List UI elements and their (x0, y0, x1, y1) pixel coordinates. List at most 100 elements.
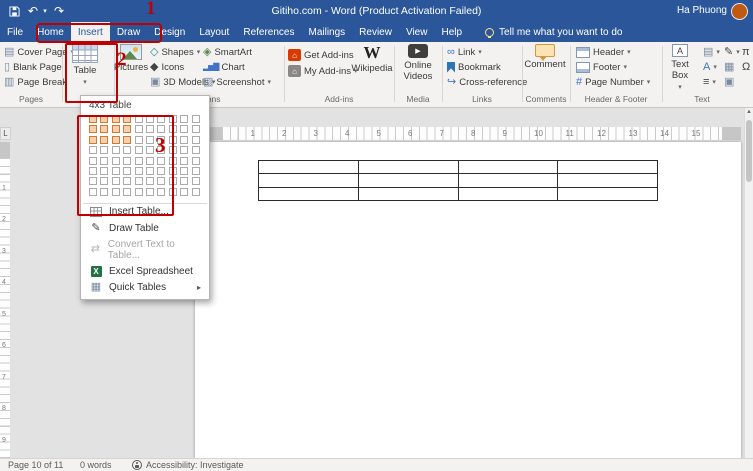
page-indicator[interactable]: Page 10 of 11 (8, 460, 63, 470)
grid-cell[interactable] (100, 166, 109, 175)
grid-cell[interactable] (157, 115, 166, 123)
text-box-button[interactable]: A Text Box ▾ (661, 44, 699, 91)
date-time-button[interactable]: ▦ (724, 60, 734, 74)
tab-layout[interactable]: Layout (192, 22, 236, 42)
grid-cell[interactable] (89, 115, 97, 123)
grid-cell[interactable] (168, 135, 177, 144)
grid-cell[interactable] (100, 156, 109, 165)
grid-cell[interactable] (111, 177, 120, 186)
grid-cell[interactable] (168, 166, 177, 175)
grid-cell[interactable] (191, 177, 200, 186)
table-cell[interactable] (558, 187, 658, 202)
table-cell[interactable] (458, 174, 559, 188)
menu-item-draw-table[interactable]: ✎ Draw Table (81, 220, 209, 236)
equation-button[interactable]: π (742, 45, 750, 59)
grid-cell[interactable] (157, 156, 166, 165)
grid-cell[interactable] (168, 177, 177, 186)
grid-cell[interactable] (145, 187, 154, 196)
tab-mailings[interactable]: Mailings (301, 22, 352, 42)
grid-cell[interactable] (123, 115, 132, 123)
symbol-button[interactable]: Ω (742, 60, 750, 74)
table-cell[interactable] (358, 187, 459, 202)
tell-me-box[interactable]: Tell me what you want to do (485, 22, 622, 42)
grid-cell[interactable] (191, 125, 200, 134)
grid-cell[interactable] (111, 156, 120, 165)
table-cell[interactable] (358, 161, 459, 175)
grid-cell[interactable] (145, 115, 154, 123)
scrollbar-thumb[interactable] (746, 120, 752, 182)
grid-cell[interactable] (134, 115, 143, 123)
avatar[interactable] (731, 3, 748, 20)
grid-cell[interactable] (134, 187, 143, 196)
grid-cell[interactable] (123, 187, 132, 196)
grid-cell[interactable] (89, 135, 97, 144)
wikipedia-button[interactable]: W Wikipedia (350, 44, 394, 74)
footer-button[interactable]: Footer ▾ (576, 60, 627, 74)
screenshot-button[interactable]: ▨ Screenshot ▾ (203, 75, 271, 89)
link-button[interactable]: ∞ Link ▾ (447, 45, 482, 59)
user-name[interactable]: Ha Phuong (677, 5, 727, 16)
icons-button[interactable]: ◆ Icons (150, 60, 184, 74)
bookmark-button[interactable]: Bookmark (447, 60, 501, 74)
online-videos-button[interactable]: ▶ Online Videos (396, 44, 440, 82)
grid-cell[interactable] (180, 166, 189, 175)
grid-cell[interactable] (145, 156, 154, 165)
grid-cell[interactable] (191, 135, 200, 144)
grid-cell[interactable] (100, 115, 109, 123)
scroll-up-icon[interactable]: ▲ (745, 109, 753, 115)
grid-cell[interactable] (157, 166, 166, 175)
grid-cell[interactable] (89, 156, 97, 165)
grid-cell[interactable] (180, 115, 189, 123)
grid-cell[interactable] (157, 146, 166, 155)
tab-home[interactable]: Home (30, 22, 71, 42)
grid-cell[interactable] (180, 125, 189, 134)
grid-cell[interactable] (123, 156, 132, 165)
vertical-scrollbar[interactable]: ▲ (744, 108, 753, 458)
tab-file[interactable]: File (0, 22, 30, 42)
menu-item-insert-table[interactable]: Insert Table... (81, 204, 209, 220)
table-cell[interactable] (458, 187, 559, 202)
grid-cell[interactable] (89, 166, 97, 175)
chart-button[interactable]: ▂▅▇ Chart (203, 60, 245, 74)
tab-design[interactable]: Design (147, 22, 192, 42)
table-cell[interactable] (259, 161, 359, 175)
grid-cell[interactable] (111, 125, 120, 134)
grid-cell[interactable] (111, 146, 120, 155)
grid-cell[interactable] (100, 146, 109, 155)
grid-cell[interactable] (168, 115, 177, 123)
tab-stop-selector[interactable]: L (0, 127, 11, 140)
word-count[interactable]: 0 words (80, 460, 112, 470)
grid-cell[interactable] (134, 177, 143, 186)
grid-cell[interactable] (100, 125, 109, 134)
get-addins-button[interactable]: ⌂ Get Add-ins (288, 48, 354, 62)
table-cell[interactable] (259, 187, 359, 202)
grid-cell[interactable] (111, 135, 120, 144)
my-addins-button[interactable]: ⌂ My Add-ins ▾ (288, 64, 358, 78)
grid-cell[interactable] (134, 125, 143, 134)
tab-insert[interactable]: Insert (70, 22, 110, 42)
grid-cell[interactable] (180, 135, 189, 144)
quick-parts-button[interactable]: ▤ ▾ (703, 45, 720, 59)
grid-cell[interactable] (89, 187, 97, 196)
grid-cell[interactable] (123, 125, 132, 134)
tab-help[interactable]: Help (434, 22, 469, 42)
grid-cell[interactable] (168, 125, 177, 134)
grid-cell[interactable] (145, 146, 154, 155)
grid-cell[interactable] (157, 177, 166, 186)
blank-page-button[interactable]: ▯ Blank Page (4, 60, 62, 74)
grid-cell[interactable] (168, 187, 177, 196)
grid-cell[interactable] (145, 135, 154, 144)
pictures-button[interactable]: Pictures (112, 44, 150, 73)
grid-cell[interactable] (145, 166, 154, 175)
grid-cell[interactable] (191, 146, 200, 155)
grid-cell[interactable] (145, 125, 154, 134)
object-button[interactable]: ▣ (724, 75, 734, 89)
grid-cell[interactable] (180, 156, 189, 165)
menu-item-quick-tables[interactable]: ▦ Quick Tables ▸ (81, 279, 209, 295)
grid-cell[interactable] (111, 187, 120, 196)
grid-cell[interactable] (145, 177, 154, 186)
comment-button[interactable]: Comment (522, 44, 568, 70)
table-cell[interactable] (458, 161, 559, 175)
grid-cell[interactable] (100, 177, 109, 186)
grid-cell[interactable] (89, 177, 97, 186)
